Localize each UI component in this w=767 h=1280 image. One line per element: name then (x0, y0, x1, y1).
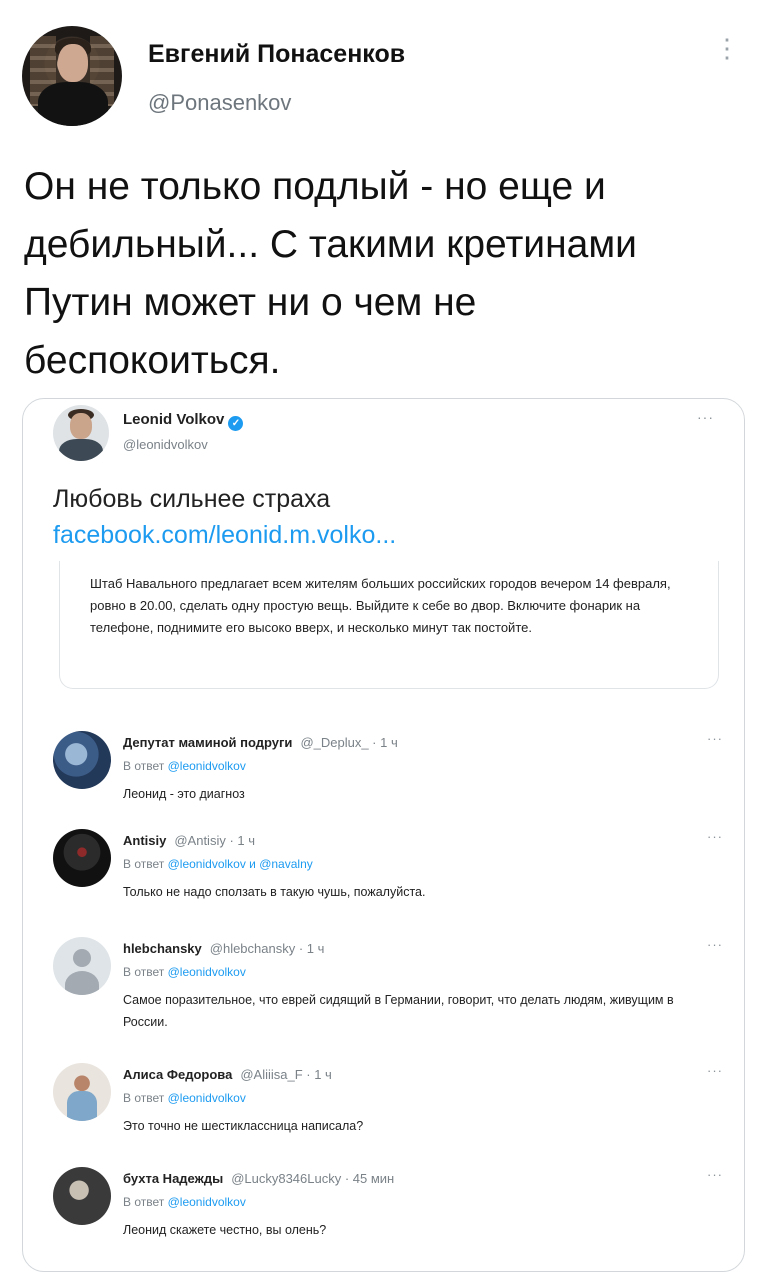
more-options-icon[interactable]: ··· (707, 1167, 723, 1182)
reply-prefix: В ответ (123, 759, 165, 773)
reply-to-line: В ответ @leonidvolkov (123, 1091, 246, 1105)
quoted-name-text: Leonid Volkov (123, 411, 225, 428)
reply-avatar[interactable] (53, 829, 111, 887)
reply-meta: @Antisiy · 1 ч (174, 833, 255, 848)
reply-to-link[interactable]: @leonidvolkov и @navalny (168, 857, 313, 871)
reply-to-line: В ответ @leonidvolkov (123, 965, 246, 979)
reply-item[interactable]: Депутат маминой подруги @_Deplux_ · 1 ч В… (53, 731, 723, 821)
reply-item[interactable]: Antisiy @Antisiy · 1 ч В ответ @leonidvol… (53, 829, 723, 919)
more-options-icon[interactable]: ··· (697, 409, 714, 425)
reply-item[interactable]: hlebchansky @hlebchansky · 1 ч В ответ @l… (53, 937, 723, 1029)
quoted-screenshot[interactable]: Leonid Volkov ✓ @leonidvolkov ··· Любовь … (22, 398, 745, 1272)
more-options-icon[interactable]: ··· (707, 937, 723, 952)
avatar-coat (38, 82, 108, 126)
reply-author[interactable]: бухта Надежды @Lucky8346Lucky · 45 мин (123, 1171, 394, 1186)
reply-to-link[interactable]: @leonidvolkov (168, 1091, 246, 1105)
default-avatar-icon[interactable] (53, 937, 111, 995)
reply-prefix: В ответ (123, 965, 165, 979)
reply-meta: @Lucky8346Lucky · 45 мин (231, 1171, 395, 1186)
reply-to-link[interactable]: @leonidvolkov (168, 759, 246, 773)
avatar-silhouette-body (65, 971, 99, 995)
avatar-head (70, 413, 92, 439)
more-options-icon[interactable]: ⋮ (714, 35, 740, 61)
reply-avatar[interactable] (53, 1063, 111, 1121)
reply-author[interactable]: Antisiy @Antisiy · 1 ч (123, 833, 255, 848)
author-display-name[interactable]: Евгений Понасенков (148, 40, 405, 69)
reply-author-name: бухта Надежды (123, 1171, 224, 1186)
reply-text: Это точно не шестиклассница написала? (123, 1119, 364, 1133)
tweet-text: Он не только подлый - но еще и дебильный… (24, 165, 637, 382)
quoted-text: Любовь сильнее страха (53, 485, 331, 513)
reply-to-link[interactable]: @leonidvolkov (168, 965, 246, 979)
reply-author[interactable]: Депутат маминой подруги @_Deplux_ · 1 ч (123, 735, 398, 750)
link-preview-card[interactable]: Штаб Навального предлагает всем жителям … (59, 561, 719, 689)
reply-text: Только не надо сползать в такую чушь, по… (123, 885, 426, 899)
reply-to-line: В ответ @leonidvolkov и @navalny (123, 857, 313, 871)
quoted-handle[interactable]: @leonidvolkov (123, 437, 208, 452)
reply-avatar[interactable] (53, 731, 111, 789)
reply-text: Леонид - это диагноз (123, 787, 245, 801)
vertical-dots-glyph: ⋮ (714, 33, 740, 63)
author-handle[interactable]: @Ponasenkov (148, 90, 291, 116)
avatar-head (58, 44, 88, 82)
reply-prefix: В ответ (123, 1091, 165, 1105)
avatar-silhouette-head (73, 949, 91, 967)
quoted-avatar[interactable] (53, 405, 109, 461)
reply-item[interactable]: Алиса Федорова @Aliiisa_F · 1 ч В ответ @… (53, 1063, 723, 1153)
reply-to-link[interactable]: @leonidvolkov (168, 1195, 246, 1209)
reply-prefix: В ответ (123, 857, 165, 871)
reply-text: Самое поразительное, что еврей сидящий в… (123, 993, 674, 1029)
reply-prefix: В ответ (123, 1195, 165, 1209)
more-options-icon[interactable]: ··· (707, 731, 723, 746)
reply-text: Леонид скажете честно, вы олень? (123, 1223, 327, 1237)
reply-to-line: В ответ @leonidvolkov (123, 1195, 246, 1209)
tweet-header: Евгений Понасенков @Ponasenkov ⋮ (22, 26, 744, 126)
quoted-display-name[interactable]: Leonid Volkov ✓ (123, 411, 244, 431)
reply-avatar[interactable] (53, 1167, 111, 1225)
reply-author[interactable]: hlebchansky @hlebchansky · 1 ч (123, 941, 324, 956)
reply-author-name: Алиса Федорова (123, 1067, 233, 1082)
avatar[interactable] (22, 26, 122, 126)
reply-item[interactable]: бухта Надежды @Lucky8346Lucky · 45 мин В … (53, 1167, 723, 1257)
link-preview-text: Штаб Навального предлагает всем жителям … (90, 576, 671, 635)
reply-to-line: В ответ @leonidvolkov (123, 759, 246, 773)
reply-author-name: Antisiy (123, 833, 167, 848)
verified-badge-icon: ✓ (228, 416, 244, 431)
avatar-body (59, 439, 103, 461)
avatar-body (67, 1091, 97, 1121)
reply-meta: @_Deplux_ · 1 ч (300, 735, 398, 750)
reply-author-name: hlebchansky (123, 941, 202, 956)
more-options-icon[interactable]: ··· (707, 829, 723, 844)
quoted-link[interactable]: facebook.com/leonid.m.volko... (53, 521, 396, 550)
reply-meta: @hlebchansky · 1 ч (209, 941, 325, 956)
reply-author-name: Депутат маминой подруги (123, 735, 293, 750)
reply-author[interactable]: Алиса Федорова @Aliiisa_F · 1 ч (123, 1067, 332, 1082)
more-options-icon[interactable]: ··· (707, 1063, 723, 1078)
reply-meta: @Aliiisa_F · 1 ч (240, 1067, 332, 1082)
